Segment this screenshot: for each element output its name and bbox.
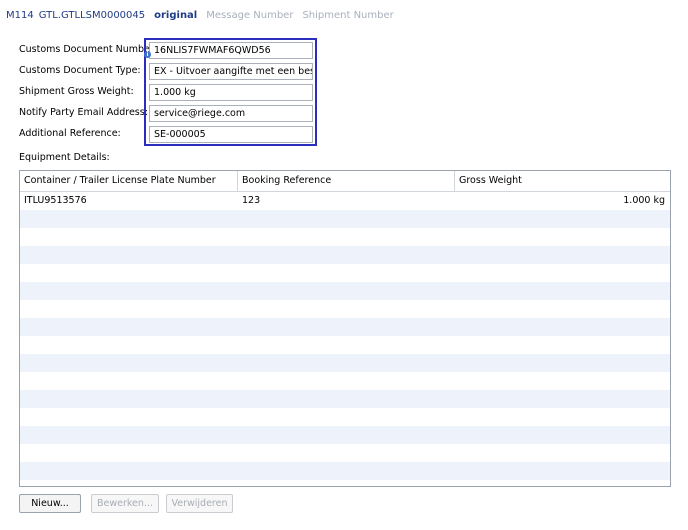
table-row-empty[interactable] <box>20 210 670 228</box>
table-row-empty[interactable] <box>20 228 670 246</box>
table-row-empty[interactable] <box>20 462 670 480</box>
edit-button[interactable]: Bewerken... <box>91 494 159 513</box>
table-row-empty[interactable] <box>20 372 670 390</box>
document-number: GTL.GTLLSM0000045 <box>38 9 146 21</box>
additional-ref-label: Additional Reference: <box>19 128 121 139</box>
cell-booking: 123 <box>242 195 261 206</box>
equipment-table[interactable]: Container / Trailer License Plate Number… <box>19 170 671 487</box>
table-row-empty[interactable] <box>20 246 670 264</box>
cell-weight: 1.000 kg <box>623 195 665 206</box>
new-button[interactable]: Nieuw... <box>19 494 81 513</box>
gross-weight-label: Shipment Gross Weight: <box>19 86 134 97</box>
shipment-number-link[interactable]: Shipment Number <box>302 10 393 21</box>
table-header: Container / Trailer License Plate Number… <box>20 171 670 192</box>
equipment-details-label: Equipment Details: <box>19 152 110 163</box>
table-row-empty[interactable] <box>20 264 670 282</box>
message-id: M114 <box>6 9 34 21</box>
column-header-booking[interactable]: Booking Reference <box>238 171 455 191</box>
info-icon: i <box>144 51 151 58</box>
notify-email-label: Notify Party Email Address: <box>19 107 148 118</box>
customs-doc-number-label: Customs Document Number: <box>19 44 157 55</box>
table-row-empty[interactable] <box>20 390 670 408</box>
table-row-empty[interactable] <box>20 318 670 336</box>
message-number-link[interactable]: Message Number <box>206 10 293 21</box>
status-original-tab[interactable]: original <box>154 10 197 21</box>
table-row-empty[interactable] <box>20 300 670 318</box>
customs-doc-type-field[interactable]: EX - Uitvoer aangifte met een bestemm <box>149 63 313 80</box>
cell-plate: ITLU9513576 <box>24 195 87 206</box>
gross-weight-field[interactable]: 1.000 kg <box>149 84 313 101</box>
table-row-empty[interactable] <box>20 408 670 426</box>
table-row-empty[interactable] <box>20 426 670 444</box>
table-row-empty[interactable] <box>20 282 670 300</box>
delete-button[interactable]: Verwijderen <box>166 494 233 513</box>
customs-doc-number-field[interactable]: 16NLIS7FWMAF6QWD56 <box>149 42 313 59</box>
column-header-weight[interactable]: Gross Weight <box>455 171 670 191</box>
additional-ref-field[interactable]: SE-000005 <box>149 126 313 143</box>
table-row-empty[interactable] <box>20 354 670 372</box>
notify-email-field[interactable]: service@riege.com <box>149 105 313 122</box>
table-row-empty[interactable] <box>20 336 670 354</box>
message-header: M114 GTL.GTLLSM0000045 original Message … <box>6 8 394 22</box>
customs-doc-type-label: Customs Document Type: <box>19 65 141 76</box>
column-header-plate[interactable]: Container / Trailer License Plate Number <box>20 171 238 191</box>
table-row-empty[interactable] <box>20 444 670 462</box>
table-row[interactable]: ITLU9513576 123 1.000 kg <box>20 192 670 210</box>
